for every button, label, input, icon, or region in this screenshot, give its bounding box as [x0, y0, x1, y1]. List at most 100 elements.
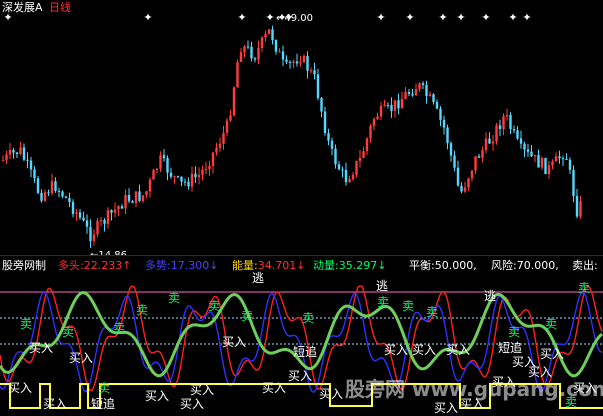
candle-body: [36, 178, 40, 193]
candle-body: [22, 147, 26, 160]
candle-body: [40, 192, 43, 201]
candle-body: [407, 92, 411, 94]
indicator-signal-label: 卖: [578, 281, 591, 295]
candle-body: [197, 174, 201, 178]
candle-body: [579, 201, 582, 217]
candle-body: [411, 93, 414, 96]
candle-body: [159, 155, 162, 169]
candle-body: [204, 169, 208, 170]
candle-body: [428, 94, 432, 97]
candle-body: [201, 169, 204, 175]
candle-body: [152, 170, 155, 180]
candle-body: [50, 181, 54, 194]
candle-body: [502, 116, 505, 129]
candle-body: [309, 70, 313, 72]
candle-body: [369, 125, 372, 139]
candle-body: [218, 143, 222, 148]
signal-star-icon: ✦: [405, 11, 414, 24]
candle-body: [173, 176, 176, 178]
candle-body: [537, 154, 540, 168]
candle-body: [484, 138, 488, 150]
indicator-signal-label: 买入: [384, 343, 409, 357]
candle-body: [302, 55, 306, 63]
candle-body: [572, 169, 575, 197]
candle-body: [327, 133, 330, 141]
candle-body: [390, 104, 393, 111]
candle-body: [554, 156, 558, 162]
signal-star-icon: ✦: [237, 11, 246, 24]
indicator-signal-label: 买入: [540, 347, 565, 361]
indicator-signal-label: 卖: [113, 321, 126, 335]
signal-star-icon: ✦: [438, 11, 447, 24]
candle-body: [57, 191, 61, 192]
candle-body: [278, 51, 281, 53]
candle-body: [351, 174, 355, 180]
candle-body: [512, 129, 516, 131]
candle-body: [449, 143, 453, 156]
candle-body: [435, 102, 439, 109]
indicator-signal-label: 买入: [190, 383, 215, 397]
candle-body: [236, 62, 239, 88]
candle-body: [442, 119, 446, 128]
candle-body: [330, 140, 334, 149]
indicator-signal-label: 逃: [252, 271, 265, 285]
candle-body: [239, 52, 243, 63]
candle-body: [26, 159, 29, 161]
candle-body: [99, 220, 103, 221]
candle-body: [481, 150, 484, 158]
candle-body: [337, 164, 341, 170]
candle-body: [1, 159, 5, 161]
candle-body: [243, 46, 246, 53]
candle-body: [194, 173, 197, 178]
candle-body: [96, 220, 99, 235]
candle-body: [145, 191, 148, 196]
candle-body: [8, 150, 12, 155]
candle-body: [456, 167, 460, 186]
signal-star-icon: ✦: [3, 11, 12, 24]
candle-body: [180, 176, 183, 182]
signal-star-icon: ✦: [143, 11, 152, 24]
candle-body: [453, 155, 456, 168]
candle-body: [5, 154, 8, 160]
candle-body: [439, 108, 442, 120]
candle-body: [547, 165, 551, 174]
candle-body: [71, 201, 75, 214]
indicator-signal-label: 卖: [402, 299, 415, 313]
indicator-signal-label: 买入: [43, 397, 68, 411]
candle-body: [78, 212, 82, 218]
candle-body: [544, 157, 547, 174]
candle-body: [460, 185, 463, 192]
candle-body: [516, 130, 519, 139]
candle-body: [397, 100, 400, 109]
candle-body: [257, 48, 260, 60]
indicator-signal-label: 卖: [241, 309, 254, 323]
candle-body: [117, 206, 120, 210]
candle-body: [400, 99, 404, 109]
indicator-signal-label: 卖: [377, 295, 390, 309]
candle-body: [495, 125, 498, 142]
indicator-signal-label: 卖: [302, 311, 315, 325]
high-price-marker: ←49.00: [276, 13, 313, 24]
candle-body: [341, 169, 344, 171]
candle-body: [120, 206, 124, 209]
candle-body: [187, 181, 190, 187]
indicator-signal-label: 买入: [446, 343, 471, 357]
candle-body: [292, 61, 295, 63]
candle-body: [295, 61, 299, 64]
candle-body: [274, 40, 278, 52]
candle-body: [103, 220, 106, 224]
candle-body: [523, 143, 526, 150]
candle-body: [113, 209, 117, 213]
candle-body: [131, 201, 134, 203]
indicator-signal-label: 买入: [222, 335, 247, 349]
candle-body: [386, 104, 390, 106]
candle-body: [141, 195, 145, 201]
indicator-signal-label: 卖: [20, 317, 33, 331]
price-candlestick-chart[interactable]: ✦ ✦ ✦ ✦ ✦✦ ✦ ✦ ✦ ✦ ✦ ✦ ✦←49.00←14.86: [0, 0, 603, 256]
candle-body: [92, 234, 96, 242]
candle-body: [467, 178, 470, 188]
candle-body: [169, 172, 173, 177]
candle-body: [540, 157, 544, 168]
candle-body: [215, 147, 218, 153]
candle-body: [505, 115, 509, 117]
